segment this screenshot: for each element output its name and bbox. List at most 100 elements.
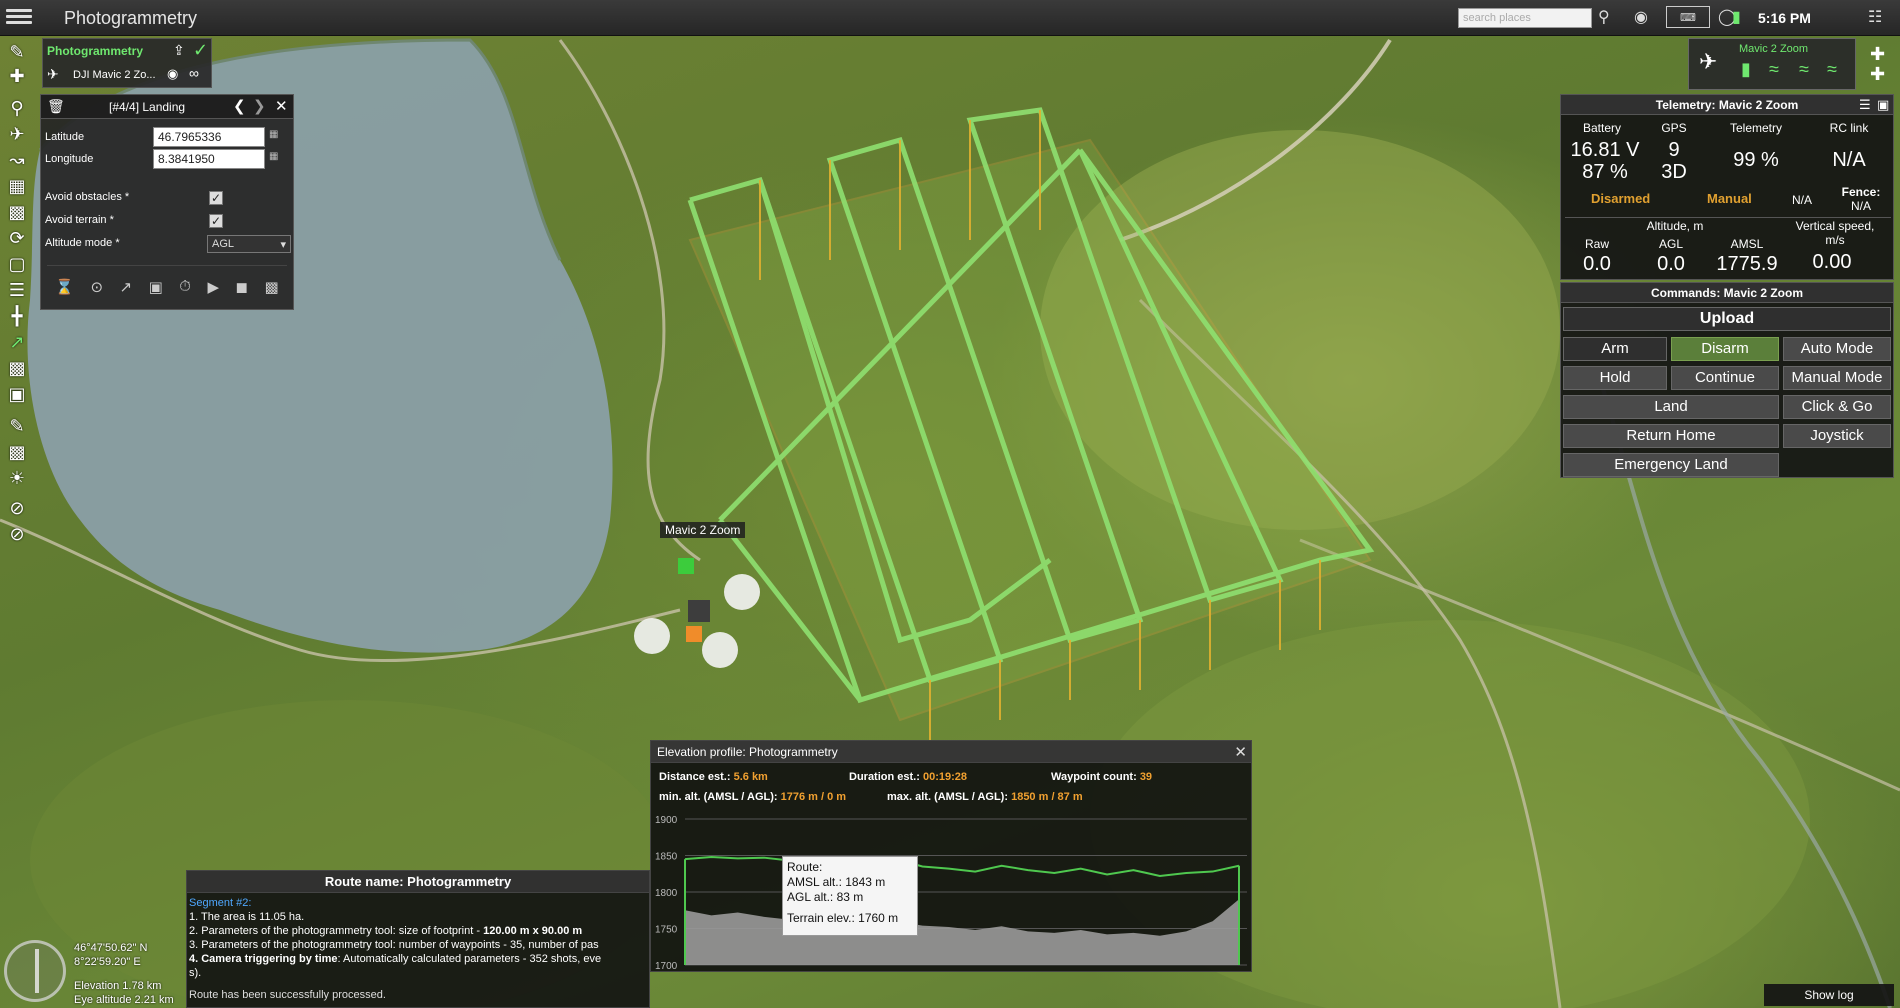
takeoff-icon[interactable]: ✈: [5, 122, 29, 146]
avoid-obstacles-checkbox[interactable]: ✓: [209, 191, 223, 205]
disarm-button[interactable]: Disarm: [1671, 337, 1779, 361]
gps-label: GPS: [1661, 121, 1687, 135]
path-icon[interactable]: ↝: [5, 148, 29, 172]
route-line-3: 3. Parameters of the photogrammetry tool…: [189, 939, 599, 951]
emergency-land-button[interactable]: Emergency Land: [1563, 453, 1779, 477]
settings-sliders-icon[interactable]: ☷: [1868, 6, 1882, 28]
latitude-input[interactable]: [153, 127, 265, 147]
next-waypoint-icon[interactable]: ❯: [253, 97, 266, 115]
commands-title: Commands: Mavic 2 Zoom: [1561, 283, 1893, 303]
return-home-button[interactable]: Return Home: [1563, 424, 1779, 448]
circle-icon[interactable]: ⟳: [5, 226, 29, 250]
add-vehicle-icon[interactable]: ✚: [1870, 64, 1885, 85]
grid-scan-icon[interactable]: ▩: [5, 200, 29, 224]
route-name: Route name: Photogrammetry: [187, 871, 649, 893]
video-icon[interactable]: ▶: [207, 278, 219, 296]
area-scan-icon[interactable]: ▦: [5, 174, 29, 198]
globe-icon[interactable]: ◉: [1634, 6, 1648, 28]
restricted-zone-icon[interactable]: ⊘: [5, 522, 29, 546]
avoid-terrain-checkbox[interactable]: ✓: [209, 214, 223, 228]
vehicle-widget-name: Mavic 2 Zoom: [1739, 43, 1809, 55]
altitude-label: Altitude, m: [1646, 219, 1704, 233]
elevation-profile-header: Elevation profile: Photogrammetry ✕: [651, 741, 1251, 763]
rc-icon: ≈: [1827, 59, 1837, 79]
tooltip-amsl: AMSL alt.: 1843 m: [787, 875, 886, 889]
eye-icon[interactable]: ◉: [167, 66, 178, 82]
close-icon[interactable]: ✕: [275, 97, 288, 115]
trash-icon[interactable]: 🗑: [47, 98, 65, 115]
left-toolbar: ✎ ✚ ⚲ ✈ ↝ ▦ ▩ ⟳ ▢ ☰ ╋ ↗ ▩ ▣ ✎ ▩ ☀ ⊘ ⊘: [0, 36, 34, 616]
add-icon[interactable]: ✚: [5, 64, 29, 88]
altitude-mode-label: Altitude mode *: [45, 237, 120, 249]
duration-value: 00:19:28: [922, 771, 968, 783]
manual-mode-button[interactable]: Manual Mode: [1783, 366, 1891, 390]
y-tick-label: 1750: [655, 925, 678, 936]
square-icon[interactable]: ▢: [5, 252, 29, 276]
show-log-button[interactable]: Show log: [1764, 984, 1894, 1006]
share-icon[interactable]: ∞: [189, 65, 199, 81]
mission-vehicle: DJI Mavic 2 Zo...: [73, 69, 156, 81]
y-tick-label: 1700: [655, 961, 678, 972]
waypoint-panel: 🗑 [#4/4] Landing ❮ ❯ ✕ Latitude Longitud…: [40, 94, 294, 310]
compass-icon[interactable]: [4, 940, 66, 1002]
tooltip-route: Route:: [787, 860, 823, 874]
close-icon[interactable]: ✕: [1234, 743, 1247, 761]
prev-waypoint-icon[interactable]: ❮: [233, 97, 246, 115]
camera-angle-icon[interactable]: ↗: [120, 278, 133, 296]
upload-button[interactable]: Upload: [1563, 307, 1891, 331]
video-stop-icon[interactable]: ◼: [236, 278, 248, 296]
route-status: Route has been successfully processed.: [189, 989, 386, 1001]
ruler-icon[interactable]: ✎: [5, 414, 29, 438]
y-tick-label: 1850: [655, 852, 678, 863]
check-icon[interactable]: ✓: [193, 40, 208, 61]
hamburger-menu-icon[interactable]: [6, 6, 32, 28]
click-go-button[interactable]: Click & Go: [1783, 395, 1891, 419]
hourglass-icon[interactable]: ⌛: [55, 278, 74, 296]
camera-icon[interactable]: ▣: [149, 278, 163, 296]
joystick-button[interactable]: Joystick: [1783, 424, 1891, 448]
add-route-icon[interactable]: ✎: [5, 40, 29, 64]
auto-mode-button[interactable]: Auto Mode: [1783, 337, 1891, 361]
amsl-label: AMSL: [1730, 237, 1764, 251]
altitude-mode-select[interactable]: AGL ▾: [207, 235, 291, 253]
arm-button[interactable]: Arm: [1563, 337, 1667, 361]
avoid-terrain-label: Avoid terrain *: [45, 214, 114, 226]
upload-icon[interactable]: ⇪: [173, 42, 185, 59]
popout-icon[interactable]: ▣: [1877, 97, 1889, 113]
vertical-scan-icon[interactable]: ▩: [5, 356, 29, 380]
hold-button[interactable]: Hold: [1563, 366, 1667, 390]
corridor-icon[interactable]: ╋: [5, 304, 29, 328]
lat-unit-toggle-icon[interactable]: ▦: [269, 129, 278, 140]
photogrammetry-icon[interactable]: ↗: [5, 330, 29, 354]
mission-card[interactable]: Photogrammetry ⇪ ✓ ✈ DJI Mavic 2 Zo... ◉…: [42, 38, 212, 88]
photo-timer-icon[interactable]: ⏱: [179, 278, 191, 295]
keyboard-icon[interactable]: ⌨: [1666, 6, 1710, 28]
clock: 5:16 PM: [1758, 10, 1811, 26]
spiral-icon[interactable]: ▣: [5, 382, 29, 406]
vspeed-value: 0.00: [1812, 251, 1852, 273]
duration-label: Duration est.:: [849, 771, 920, 783]
elevation-profile-panel: Elevation profile: Photogrammetry ✕ Dist…: [650, 740, 1252, 972]
poi-icon[interactable]: ⊙: [90, 278, 103, 296]
telemetry-link-value: 99 %: [1733, 149, 1779, 171]
no-fly-zone-icon[interactable]: ⊘: [5, 496, 29, 520]
armed-state: Disarmed: [1591, 191, 1651, 206]
vehicle-widget[interactable]: ✈ Mavic 2 Zoom ▮ ≈ ≈ ≈: [1688, 38, 1856, 90]
longitude-input[interactable]: [153, 149, 265, 169]
land-button[interactable]: Land: [1563, 395, 1779, 419]
elevation-chart[interactable]: 1900 1850 1800 1750 1700: [651, 809, 1253, 973]
rc-link-value: N/A: [1832, 149, 1866, 171]
sun-icon[interactable]: ☀: [5, 466, 29, 490]
distance-value: 5.6 km: [733, 771, 768, 783]
panorama-icon[interactable]: ▩: [264, 278, 278, 296]
facade-scan-icon[interactable]: ☰: [5, 278, 29, 302]
search-icon[interactable]: ⚲: [1598, 6, 1610, 28]
fullscreen-icon[interactable]: ✚: [1870, 44, 1885, 65]
battery-percent: 87 %: [1582, 161, 1628, 183]
lon-unit-toggle-icon[interactable]: ▦: [269, 151, 278, 162]
list-icon[interactable]: ☰: [1859, 97, 1871, 113]
search-places-input[interactable]: [1458, 8, 1592, 28]
polygon-icon[interactable]: ▩: [5, 440, 29, 464]
continue-button[interactable]: Continue: [1671, 366, 1779, 390]
waypoint-icon[interactable]: ⚲: [5, 96, 29, 120]
